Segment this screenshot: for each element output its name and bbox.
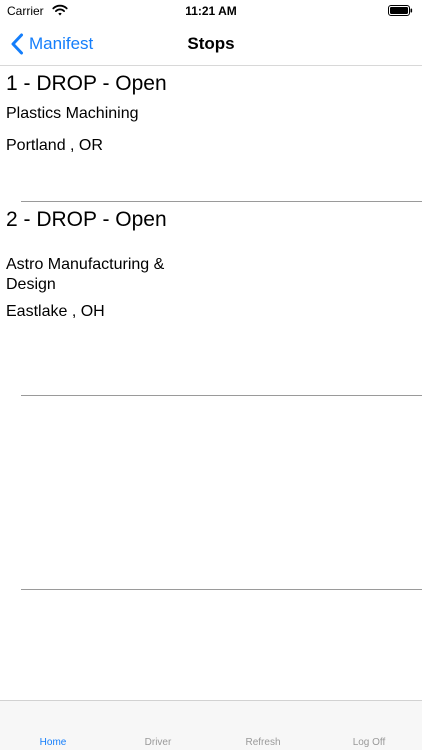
stop-location: Portland , OR — [6, 137, 103, 154]
tab-log-off[interactable]: Log Off — [329, 737, 409, 748]
tab-driver[interactable]: Driver — [118, 737, 198, 748]
stop-row-2[interactable]: 2 - DROP - Open Astro Manufacturing & De… — [0, 202, 422, 396]
page-title: Stops — [187, 34, 235, 53]
stop-header: 2 - DROP - Open — [6, 208, 167, 231]
row-separator — [21, 589, 422, 590]
stop-location: Eastlake , OH — [6, 303, 105, 320]
status-bar: Carrier 11:21 AM — [0, 0, 422, 22]
clock: 11:21 AM — [185, 4, 237, 18]
stop-company: Plastics Machining — [6, 105, 139, 122]
tab-refresh[interactable]: Refresh — [223, 737, 303, 748]
stops-list: 1 - DROP - Open Plastics Machining Portl… — [0, 66, 422, 590]
navigation-bar: Manifest Stops — [0, 22, 422, 66]
empty-row — [0, 396, 422, 590]
battery-icon — [388, 5, 413, 16]
stop-header: 1 - DROP - Open — [6, 72, 167, 95]
tab-bar: Home Driver Refresh Log Off — [0, 700, 422, 750]
stop-row-1[interactable]: 1 - DROP - Open Plastics Machining Portl… — [0, 66, 422, 202]
stop-company: Astro Manufacturing & Design — [6, 256, 165, 293]
tab-home[interactable]: Home — [13, 737, 93, 748]
